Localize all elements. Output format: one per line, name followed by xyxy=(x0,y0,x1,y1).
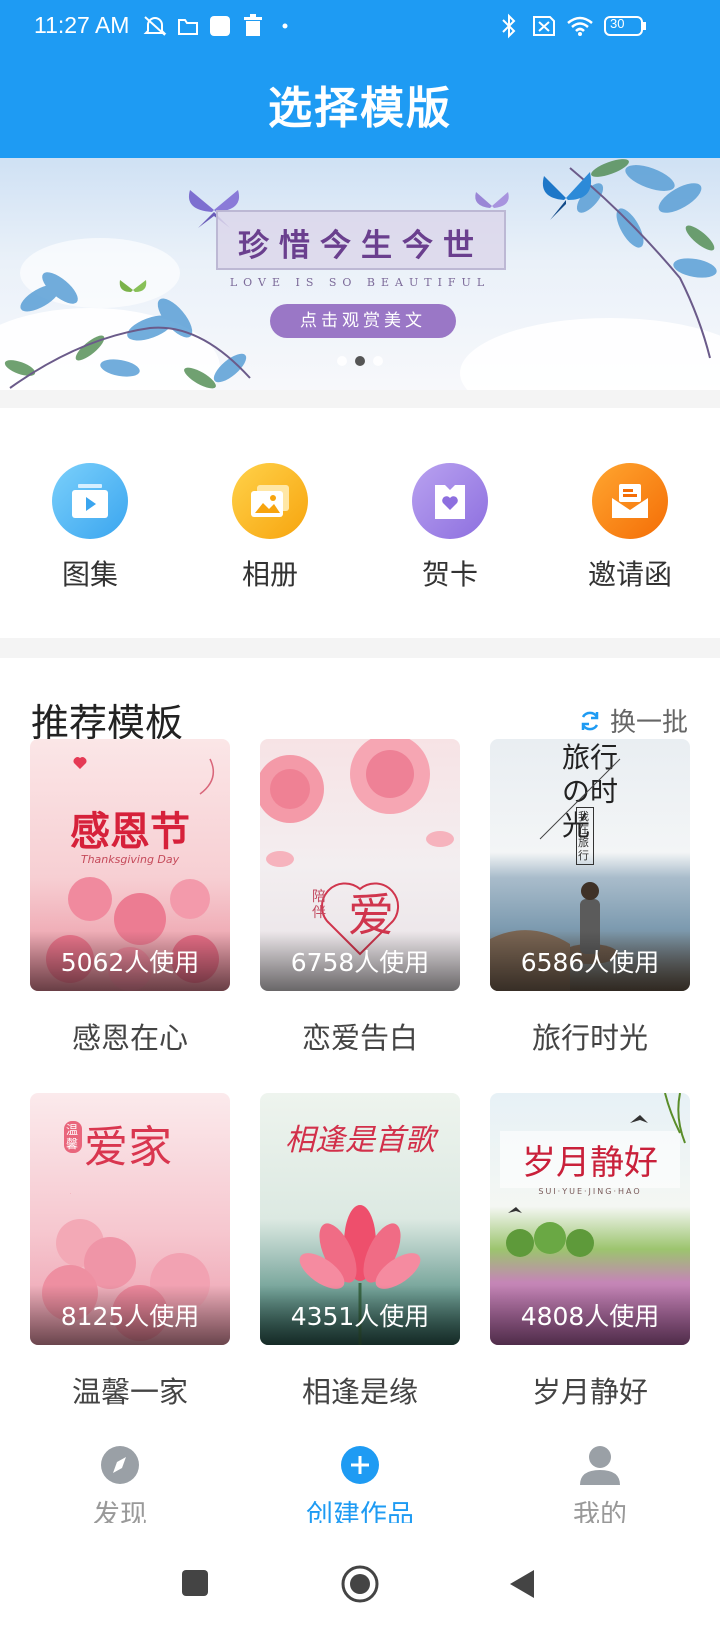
template-thumbnail: 岁月静好 SUI·YUE·JING·HAO 4808人使用 xyxy=(490,1093,690,1345)
invitation-envelope-icon xyxy=(612,484,648,518)
notification-muted-icon xyxy=(142,14,168,38)
category-icon-bg xyxy=(232,463,308,539)
template-art-subtitle: 温馨 xyxy=(64,1121,82,1153)
bluetooth-icon xyxy=(500,13,518,39)
page-title: 选择模版 xyxy=(268,83,452,134)
usage-count: 8125人使用 xyxy=(30,1285,230,1345)
home-circle-icon[interactable] xyxy=(340,1564,380,1604)
template-thumbnail: 感恩节 Thanksgiving Day 5062人使用 xyxy=(30,739,230,991)
usage-count: 6758人使用 xyxy=(260,931,460,991)
greeting-card-icon xyxy=(435,485,465,519)
template-name: 岁月静好 xyxy=(531,1375,648,1409)
category-panel: 图集 相册 贺卡 邀请函 xyxy=(0,408,720,638)
trash-icon xyxy=(242,14,264,38)
category-invitation[interactable]: 邀请函 xyxy=(550,463,710,613)
banner-title: 珍惜今生今世 xyxy=(238,228,484,264)
template-art-title: 感恩节 xyxy=(70,808,190,855)
banner-pagination xyxy=(0,356,720,366)
template-thumbnail: 旅行の时光 我在旅行 6586人使用 xyxy=(490,739,690,991)
category-greeting-card[interactable]: 贺卡 xyxy=(370,463,530,613)
usage-count: 4351人使用 xyxy=(260,1285,460,1345)
category-album[interactable]: 相册 xyxy=(190,463,350,613)
recents-square-icon[interactable] xyxy=(180,1568,210,1598)
category-gallery[interactable]: 图集 xyxy=(10,463,170,613)
user-icon xyxy=(580,1446,620,1485)
template-art-title: 爱家 xyxy=(84,1122,172,1173)
template-thumbnail: 相逢是首歌 4351人使用 xyxy=(260,1093,460,1345)
template-thumbnail: 爱家 温馨 8125人使用 xyxy=(30,1093,230,1345)
refresh-label: 换一批 xyxy=(609,708,688,738)
pagination-dot-active[interactable] xyxy=(355,356,365,366)
template-card[interactable]: 爱 陪伴 6758人使用 恋爱告白 xyxy=(260,739,460,1057)
usage-count: 6586人使用 xyxy=(490,931,690,991)
template-card[interactable]: 相逢是首歌 4351人使用 相逢是缘 xyxy=(260,1093,460,1411)
category-icon-bg xyxy=(52,463,128,539)
template-card[interactable]: 感恩节 Thanksgiving Day 5062人使用 感恩在心 xyxy=(30,739,230,1057)
photo-album-icon xyxy=(251,485,289,517)
pagination-dot[interactable] xyxy=(373,356,383,366)
heart-decoration xyxy=(73,757,215,795)
nav-discover[interactable]: 发现 xyxy=(30,1445,210,1532)
nav-create[interactable]: 创建作品 xyxy=(270,1445,450,1532)
folder-icon xyxy=(176,14,200,38)
system-nav-bar xyxy=(0,1523,720,1650)
app-square-icon xyxy=(208,14,232,38)
status-bar: 11:27 AM 30 xyxy=(0,0,720,52)
recommend-panel: 推荐模板 换一批 感恩节 Thanksgiving Day 5062人使用 感恩… xyxy=(0,658,720,1433)
template-card[interactable]: 爱家 温馨 8125人使用 温馨一家 xyxy=(30,1093,230,1411)
bottom-nav: 发现 创建作品 我的 xyxy=(0,1433,720,1531)
template-name: 感恩在心 xyxy=(71,1021,188,1055)
template-thumbnail: 爱 陪伴 6758人使用 xyxy=(260,739,460,991)
refresh-icon xyxy=(581,711,599,730)
wifi-icon xyxy=(566,14,594,38)
category-label: 图集 xyxy=(61,558,118,591)
category-label: 相册 xyxy=(241,558,298,591)
app-header: 选择模版 xyxy=(0,52,720,158)
dot-icon xyxy=(282,14,288,38)
banner-title-box: 珍惜今生今世 xyxy=(216,210,506,270)
template-name: 恋爱告白 xyxy=(301,1021,418,1055)
butterfly-decoration xyxy=(542,172,592,220)
usage-count: 4808人使用 xyxy=(490,1285,690,1345)
template-card[interactable]: 岁月静好 SUI·YUE·JING·HAO 4808人使用 岁月静好 xyxy=(490,1093,690,1411)
category-icon-bg xyxy=(412,463,488,539)
usage-count: 5062人使用 xyxy=(30,931,230,991)
category-label: 邀请函 xyxy=(587,558,672,591)
category-label: 贺卡 xyxy=(421,558,478,591)
back-triangle-icon[interactable] xyxy=(508,1568,538,1600)
template-art-title: 相逢是首歌 xyxy=(285,1123,435,1158)
battery-level: 30 xyxy=(610,16,625,31)
compass-icon xyxy=(101,1446,139,1484)
banner-read-button[interactable]: 点击观赏美文 xyxy=(270,304,456,338)
battery-icon: 30 xyxy=(604,14,648,38)
play-video-icon xyxy=(72,484,108,518)
promo-banner[interactable]: 珍惜今生今世 LOVE IS SO BEAUTIFUL 点击观赏美文 xyxy=(0,158,720,390)
banner-subtitle: LOVE IS SO BEAUTIFUL xyxy=(229,276,491,289)
template-name: 旅行时光 xyxy=(531,1021,648,1055)
template-name: 温馨一家 xyxy=(71,1375,188,1409)
template-card[interactable]: 旅行の时光 我在旅行 6586人使用 旅行时光 xyxy=(490,739,690,1057)
status-time: 11:27 AM xyxy=(34,12,130,38)
category-icon-bg xyxy=(592,463,668,539)
no-sim-icon xyxy=(528,14,556,38)
template-art-subtitle: 陪伴 xyxy=(312,889,326,921)
nav-profile[interactable]: 我的 xyxy=(510,1445,690,1532)
refresh-button[interactable]: 换一批 xyxy=(578,702,688,739)
plus-circle-icon xyxy=(341,1446,379,1484)
pagination-dot[interactable] xyxy=(337,356,347,366)
template-name: 相逢是缘 xyxy=(301,1375,418,1409)
